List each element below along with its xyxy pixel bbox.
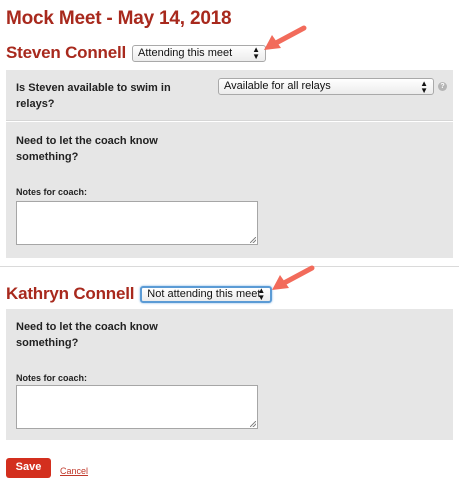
coach-prompt: Need to let the coach know something?	[16, 135, 158, 163]
coach-notes-panel-kathryn: Need to let the coach know something? No…	[6, 309, 453, 440]
swimmer-name: Kathryn Connell	[6, 284, 135, 303]
arrow-icon	[272, 265, 315, 290]
attendance-select-value: Attending this meet	[138, 46, 233, 59]
swimmer-name: Steven Connell	[6, 43, 127, 62]
attendance-select[interactable]: Not attending this meet ▲ ▼	[140, 285, 273, 303]
relay-question: Is Steven available to swim in relays?	[16, 82, 171, 110]
notes-label: Notes for coach:	[16, 187, 88, 197]
coach-prompt: Need to let the coach know something?	[16, 321, 158, 349]
relay-availability-select[interactable]: Available for all relays ▲ ▼	[218, 78, 434, 95]
page-title: Mock Meet - May 14, 2018	[6, 8, 232, 29]
swimmer-header-steven: Steven Connell Attending this meet ▲ ▼	[6, 42, 267, 64]
coach-notes-panel-steven: Need to let the coach know something? No…	[6, 122, 453, 258]
attendance-select-value: Not attending this meet	[147, 287, 261, 300]
relay-availability-panel: Is Steven available to swim in relays? A…	[6, 70, 453, 121]
updown-caret-icon: ▲ ▼	[252, 45, 261, 61]
updown-caret-icon: ▲ ▼	[257, 286, 266, 302]
attendance-select[interactable]: Attending this meet ▲ ▼	[132, 44, 267, 62]
cancel-link[interactable]: Cancel	[60, 466, 88, 476]
arrow-icon	[264, 25, 307, 50]
resize-grip-icon[interactable]	[250, 237, 256, 243]
swimmer-divider	[0, 266, 459, 267]
notes-for-coach-field[interactable]	[16, 385, 258, 429]
notes-for-coach-field[interactable]	[16, 201, 258, 245]
resize-grip-icon[interactable]	[250, 421, 256, 427]
help-icon[interactable]: ?	[438, 82, 447, 91]
swimmer-header-kathryn: Kathryn Connell Not attending this meet …	[6, 283, 273, 305]
relay-availability-value: Available for all relays	[224, 80, 331, 92]
updown-caret-icon: ▲ ▼	[420, 78, 428, 95]
notes-label: Notes for coach:	[16, 373, 88, 383]
save-button[interactable]: Save	[6, 458, 51, 478]
